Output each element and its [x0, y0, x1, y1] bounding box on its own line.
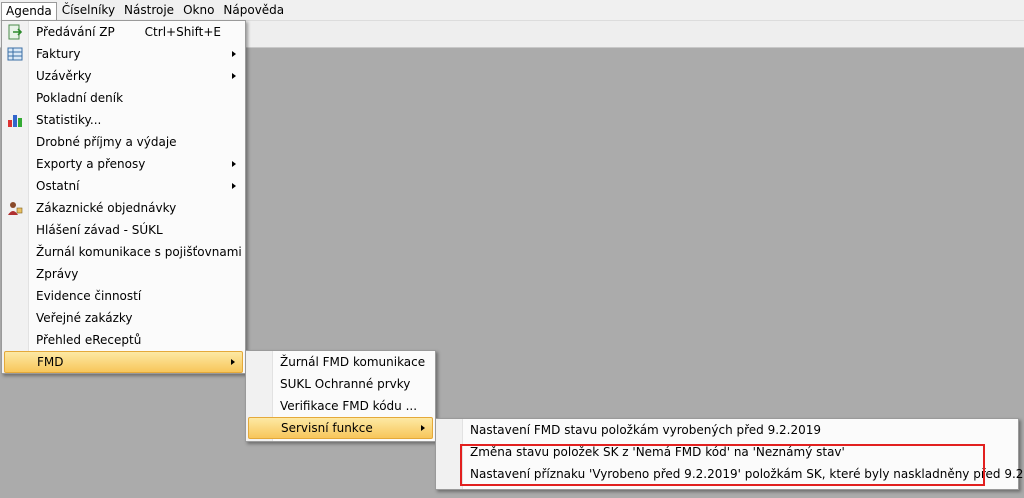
menu-item-predavani-zp[interactable]: Předávání ZP Ctrl+Shift+E [4, 21, 243, 43]
menu-item-evidence-cinnosti[interactable]: Evidence činností [4, 285, 243, 307]
menu-item-verejne-zakazky[interactable]: Veřejné zakázky [4, 307, 243, 329]
menu-item-label: Verifikace FMD kódu ... [280, 399, 418, 413]
menu-item-label: Zákaznické objednávky [36, 201, 177, 215]
menu-item-sukl-ochranne-prvky[interactable]: SUKL Ochranné prvky [248, 373, 433, 395]
menu-item-label: SUKL Ochranné prvky [280, 377, 411, 391]
menu-item-zakaznicke-objednavky[interactable]: Zákaznické objednávky [4, 197, 243, 219]
menu-item-label: Hlášení závad - SÚKL [36, 223, 163, 237]
shortcut-label: Ctrl+Shift+E [144, 25, 221, 39]
menu-item-label: Zprávy [36, 267, 79, 281]
menu-item-hlaseni-zavad[interactable]: Hlášení závad - SÚKL [4, 219, 243, 241]
menu-item-servisni-funkce[interactable]: Servisní funkce [248, 417, 433, 439]
submenu-arrow-icon [232, 183, 236, 189]
menu-item-label: Exporty a přenosy [36, 157, 146, 171]
agenda-dropdown: Předávání ZP Ctrl+Shift+E Faktury Uzávěr… [1, 20, 246, 374]
menu-item-label: Uzávěrky [36, 69, 92, 83]
menu-item-label: Faktury [36, 47, 81, 61]
menu-item-zurnal-pojistovny[interactable]: Žurnál komunikace s pojišťovnami [4, 241, 243, 263]
submenu-arrow-icon [232, 161, 236, 167]
menu-nastroje[interactable]: Nástroje [120, 1, 178, 19]
menu-item-pokladni-denik[interactable]: Pokladní deník [4, 87, 243, 109]
menu-item-label: Ostatní [36, 179, 80, 193]
menu-item-statistiky[interactable]: Statistiky... [4, 109, 243, 131]
menu-item-nastaveni-fmd-stavu[interactable]: Nastavení FMD stavu položkám vyrobených … [438, 419, 1016, 441]
transfer-icon [7, 24, 23, 40]
menu-bar: Agenda Číselníky Nástroje Okno Nápověda [0, 0, 1024, 21]
menu-item-drobne-prijmy[interactable]: Drobné příjmy a výdaje [4, 131, 243, 153]
submenu-arrow-icon [231, 359, 235, 365]
menu-item-exporty[interactable]: Exporty a přenosy [4, 153, 243, 175]
menu-item-faktury[interactable]: Faktury [4, 43, 243, 65]
menu-item-verifikace-fmd[interactable]: Verifikace FMD kódu ... [248, 395, 433, 417]
table-icon [7, 46, 23, 62]
menu-item-label: Veřejné zakázky [36, 311, 133, 325]
menu-item-label: Servisní funkce [281, 421, 373, 435]
fmd-submenu: Žurnál FMD komunikace SUKL Ochranné prvk… [245, 350, 436, 442]
menu-item-label: Pokladní deník [36, 91, 124, 105]
menu-item-label: Drobné příjmy a výdaje [36, 135, 177, 149]
menu-okno[interactable]: Okno [179, 1, 218, 19]
menu-item-label: Přehled eReceptů [36, 333, 142, 347]
menu-item-label: Nastavení FMD stavu položkám vyrobených … [470, 423, 822, 437]
menu-item-zpravy[interactable]: Zprávy [4, 263, 243, 285]
menu-item-ostatni[interactable]: Ostatní [4, 175, 243, 197]
menu-napoveda[interactable]: Nápověda [219, 1, 288, 19]
menu-item-uzaverky[interactable]: Uzávěrky [4, 65, 243, 87]
submenu-arrow-icon [232, 73, 236, 79]
menu-item-zurnal-fmd[interactable]: Žurnál FMD komunikace [248, 351, 433, 373]
menu-item-label: Žurnál komunikace s pojišťovnami [36, 245, 242, 259]
menu-item-label: Statistiky... [36, 113, 102, 127]
menu-item-label: Evidence činností [36, 289, 142, 303]
menu-item-prehled-ereceptu[interactable]: Přehled eReceptů [4, 329, 243, 351]
menu-item-label: Předávání ZP [36, 25, 115, 39]
submenu-arrow-icon [421, 425, 425, 431]
menu-item-fmd[interactable]: FMD [4, 351, 243, 373]
menu-agenda[interactable]: Agenda [1, 1, 57, 21]
menu-item-label: FMD [37, 355, 64, 369]
submenu-arrow-icon [232, 51, 236, 57]
customer-icon [7, 200, 23, 216]
bar-chart-icon [7, 112, 23, 128]
menu-item-label: Žurnál FMD komunikace [280, 355, 426, 369]
annotation-highlight-box [460, 444, 985, 486]
menu-ciselniky[interactable]: Číselníky [58, 1, 119, 19]
